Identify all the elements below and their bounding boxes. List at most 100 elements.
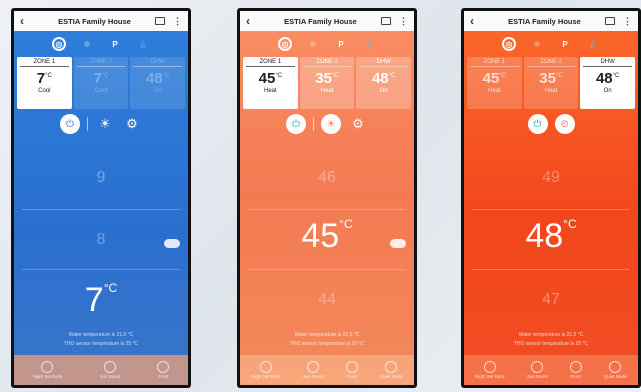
power-icon[interactable]: ⏻ — [60, 114, 80, 134]
sun-boost-button[interactable]: Sun Boost — [100, 361, 120, 379]
info-text: Water temperature is 21.5 °C THO sensor … — [464, 331, 638, 349]
tho-sensor-temperature: THO sensor temperature is 25 °C — [513, 341, 589, 347]
frost-button[interactable]: Frost — [157, 361, 170, 379]
zone-tabs: ZONE 1 7°C Cool ZONE 2 7°C Cool DHW 48°C… — [17, 57, 186, 109]
scale-middle: 8 — [96, 231, 106, 248]
scale-line — [248, 269, 406, 270]
zone-mode: Heat — [320, 88, 334, 94]
scale-line — [472, 209, 630, 210]
gear-icon[interactable]: ⚙ — [348, 114, 368, 134]
zone-mode: Heat — [544, 88, 558, 94]
zone-tab-dhw[interactable]: DHW 48°C On — [130, 57, 186, 109]
temperature-scale[interactable]: 9 8 7°C — [14, 159, 188, 349]
divider — [313, 117, 314, 131]
back-icon[interactable]: ‹ — [246, 14, 260, 28]
bottom-bar: Night Set Back Sun Boost Frost Quiet Mod… — [464, 355, 638, 385]
frost-icon — [345, 361, 358, 373]
top-bar: ‹ ESTIA Family House ⋮ — [464, 11, 638, 31]
zone-temp: 48°C — [371, 70, 396, 87]
power-icon[interactable]: ⏻ — [286, 114, 306, 134]
mode-water-icon[interactable]: 💧 — [362, 37, 376, 51]
moon-icon — [41, 361, 54, 373]
zone-temp: 35°C — [539, 70, 563, 87]
zone-label: ZONE 2 — [76, 59, 126, 67]
quiet-mode-button[interactable]: Quiet Mode — [604, 361, 627, 379]
zone-mode: Heat — [263, 88, 277, 94]
mode-p-icon[interactable]: P — [334, 37, 348, 51]
zone-label: ZONE 2 — [526, 59, 576, 67]
night-setback-button[interactable]: Night Set Back — [251, 361, 281, 379]
dhw-boost-icon[interactable]: ⏲ — [554, 114, 575, 134]
frost-button[interactable]: Frost — [345, 361, 358, 379]
sun-boost-button[interactable]: Sun Boost — [527, 361, 548, 379]
temperature-scale[interactable]: 46 45°C 44 — [240, 159, 414, 349]
scale-line — [472, 269, 630, 270]
more-menu-icon[interactable]: ⋮ — [623, 16, 632, 27]
mode-cool-icon[interactable]: ❄ — [530, 37, 544, 51]
quiet-mode-button[interactable]: Quiet Mode — [380, 361, 403, 379]
info-text: Water temperature is 21.5 °C THO sensor … — [240, 331, 414, 349]
scale-lower: 47 — [542, 291, 560, 308]
zone-tab-2[interactable]: ZONE 2 7°C Cool — [73, 57, 129, 109]
gear-icon[interactable]: ⚙ — [122, 114, 142, 134]
night-setback-button[interactable]: Night Set Back — [33, 361, 62, 379]
water-temperature: Water temperature is 21.5 °C — [518, 332, 584, 338]
more-menu-icon[interactable]: ⋮ — [399, 16, 408, 27]
app-title: ESTIA Family House — [58, 16, 131, 26]
calendar-icon[interactable] — [155, 17, 165, 25]
calendar-icon[interactable] — [605, 17, 615, 25]
mode-p-icon[interactable]: P — [558, 37, 572, 51]
scale-line — [248, 209, 406, 210]
mode-selector: ◎ ❄ P 💧 — [240, 37, 414, 53]
zone-label: ZONE 1 — [20, 59, 69, 67]
scale-line — [22, 209, 180, 210]
zone-mode: Heat — [487, 88, 501, 94]
zone-temp: 35°C — [315, 70, 339, 87]
mode-selector: ◎ ❄ P 💧 — [464, 37, 638, 53]
calendar-icon[interactable] — [381, 17, 391, 25]
slider-knob[interactable] — [164, 239, 180, 248]
current-setpoint: 7°C — [84, 281, 118, 319]
zone-tab-dhw[interactable]: DHW 48°C On — [356, 57, 412, 109]
zone-temp: 48°C — [145, 70, 170, 87]
controls-row: ⏻ ☀ ⚙ — [14, 114, 188, 134]
slider-knob[interactable] — [390, 239, 406, 248]
mode-heatpump-icon[interactable]: ◎ — [502, 37, 516, 51]
zone-tab-1[interactable]: ZONE 1 45°C Heat — [467, 57, 522, 109]
frost-button[interactable]: Frost — [569, 361, 582, 379]
power-icon[interactable]: ⏻ — [527, 114, 548, 134]
zone-tab-1[interactable]: ZONE 1 45°C Heat — [243, 57, 298, 109]
back-icon[interactable]: ‹ — [470, 14, 484, 28]
current-setpoint: 48°C — [525, 217, 577, 255]
mode-cool-icon[interactable]: ❄ — [80, 37, 94, 51]
mode-water-icon[interactable]: 💧 — [136, 37, 150, 51]
controls-row: ⏻ ☀ ⚙ — [240, 114, 414, 134]
mode-heatpump-icon[interactable]: ◎ — [278, 37, 292, 51]
controls-row: ⏻ ⏲ — [464, 114, 638, 134]
phone-screen-heat-boost: ‹ ESTIA Family House ⋮ ◎ ❄ P 💧 ZONE 1 45… — [461, 8, 641, 388]
zone-tabs: ZONE 1 45°C Heat ZONE 2 35°C Heat DHW 48… — [467, 57, 636, 109]
sun-icon[interactable]: ☀ — [321, 114, 341, 134]
zone-tab-2[interactable]: ZONE 2 35°C Heat — [299, 57, 355, 109]
zone-temp: 7°C — [93, 70, 109, 87]
zone-temp: 45°C — [482, 70, 507, 87]
more-menu-icon[interactable]: ⋮ — [173, 16, 182, 27]
sun-boost-icon — [307, 361, 320, 373]
mode-cool-icon[interactable]: ❄ — [306, 37, 320, 51]
zone-label: ZONE 1 — [246, 59, 295, 67]
sun-boost-button[interactable]: Sun Boost — [303, 361, 324, 379]
mode-water-icon[interactable]: 💧 — [586, 37, 600, 51]
mode-p-icon[interactable]: P — [108, 37, 122, 51]
scale-lower: 44 — [318, 291, 336, 308]
zone-label: ZONE 1 — [470, 59, 519, 67]
sun-icon[interactable]: ☀ — [95, 114, 115, 134]
zone-tab-dhw[interactable]: DHW 48°C On — [580, 57, 636, 109]
temperature-scale[interactable]: 49 48°C 47 — [464, 159, 638, 349]
current-setpoint: 45°C — [301, 217, 353, 255]
zone-tab-1[interactable]: ZONE 1 7°C Cool — [17, 57, 72, 109]
back-icon[interactable]: ‹ — [20, 14, 34, 28]
night-setback-button[interactable]: Night Set Back — [475, 361, 505, 379]
scale-upper: 9 — [96, 169, 106, 186]
zone-tab-2[interactable]: ZONE 2 35°C Heat — [523, 57, 579, 109]
mode-heatpump-icon[interactable]: ◎ — [52, 37, 66, 51]
